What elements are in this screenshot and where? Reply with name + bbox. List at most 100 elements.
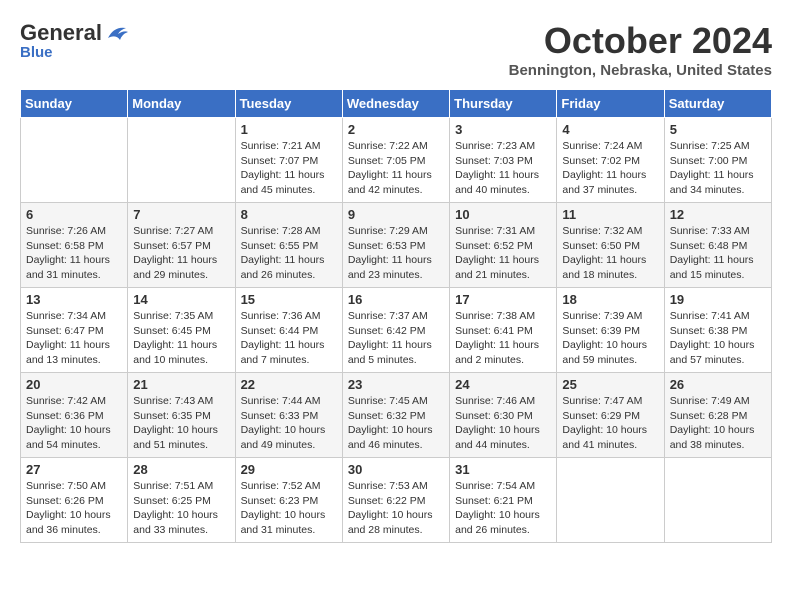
cell-info: Sunrise: 7:42 AMSunset: 6:36 PMDaylight:…	[26, 394, 122, 453]
day-number: 24	[455, 377, 551, 392]
calendar-cell: 8 Sunrise: 7:28 AMSunset: 6:55 PMDaylight…	[235, 203, 342, 288]
location: Bennington, Nebraska, United States	[509, 62, 772, 79]
cell-info: Sunrise: 7:51 AMSunset: 6:25 PMDaylight:…	[133, 479, 229, 538]
day-number: 27	[26, 462, 122, 477]
day-number: 5	[670, 122, 766, 137]
calendar-cell: 29 Sunrise: 7:52 AMSunset: 6:23 PMDayligh…	[235, 458, 342, 543]
cell-info: Sunrise: 7:46 AMSunset: 6:30 PMDaylight:…	[455, 394, 551, 453]
calendar-cell: 5 Sunrise: 7:25 AMSunset: 7:00 PMDaylight…	[664, 118, 771, 203]
calendar-cell: 17Sunrise: 7:38 AMSunset: 6:41 PMDayligh…	[450, 288, 557, 373]
day-number: 25	[562, 377, 658, 392]
day-number: 9	[348, 207, 444, 222]
calendar-cell: 3 Sunrise: 7:23 AMSunset: 7:03 PMDaylight…	[450, 118, 557, 203]
day-number: 4	[562, 122, 658, 137]
day-number: 13	[26, 292, 122, 307]
col-header-monday: Monday	[128, 90, 235, 118]
cell-info: Sunrise: 7:38 AMSunset: 6:41 PMDaylight:…	[455, 309, 551, 368]
day-number: 30	[348, 462, 444, 477]
day-number: 8	[241, 207, 337, 222]
title-block: October 2024 Bennington, Nebraska, Unite…	[509, 20, 772, 79]
cell-info: Sunrise: 7:54 AMSunset: 6:21 PMDaylight:…	[455, 479, 551, 538]
cell-info: Sunrise: 7:52 AMSunset: 6:23 PMDaylight:…	[241, 479, 337, 538]
day-number: 2	[348, 122, 444, 137]
calendar-cell	[664, 458, 771, 543]
day-number: 3	[455, 122, 551, 137]
col-header-wednesday: Wednesday	[342, 90, 449, 118]
day-number: 14	[133, 292, 229, 307]
col-header-tuesday: Tuesday	[235, 90, 342, 118]
day-number: 12	[670, 207, 766, 222]
day-number: 1	[241, 122, 337, 137]
cell-info: Sunrise: 7:28 AMSunset: 6:55 PMDaylight:…	[241, 224, 337, 283]
cell-info: Sunrise: 7:37 AMSunset: 6:42 PMDaylight:…	[348, 309, 444, 368]
cell-info: Sunrise: 7:41 AMSunset: 6:38 PMDaylight:…	[670, 309, 766, 368]
calendar-cell: 16Sunrise: 7:37 AMSunset: 6:42 PMDayligh…	[342, 288, 449, 373]
cell-info: Sunrise: 7:22 AMSunset: 7:05 PMDaylight:…	[348, 139, 444, 198]
cell-info: Sunrise: 7:33 AMSunset: 6:48 PMDaylight:…	[670, 224, 766, 283]
calendar-cell: 2 Sunrise: 7:22 AMSunset: 7:05 PMDaylight…	[342, 118, 449, 203]
calendar-cell: 1Sunrise: 7:21 AMSunset: 7:07 PMDaylight…	[235, 118, 342, 203]
calendar-cell: 21 Sunrise: 7:43 AMSunset: 6:35 PMDayligh…	[128, 373, 235, 458]
day-number: 29	[241, 462, 337, 477]
calendar-cell	[128, 118, 235, 203]
cell-info: Sunrise: 7:25 AMSunset: 7:00 PMDaylight:…	[670, 139, 766, 198]
cell-info: Sunrise: 7:43 AMSunset: 6:35 PMDaylight:…	[133, 394, 229, 453]
cell-info: Sunrise: 7:34 AMSunset: 6:47 PMDaylight:…	[26, 309, 122, 368]
calendar-week-2: 6Sunrise: 7:26 AMSunset: 6:58 PMDaylight…	[21, 203, 772, 288]
calendar-cell: 18 Sunrise: 7:39 AMSunset: 6:39 PMDayligh…	[557, 288, 664, 373]
cell-info: Sunrise: 7:29 AMSunset: 6:53 PMDaylight:…	[348, 224, 444, 283]
calendar-cell: 11Sunrise: 7:32 AMSunset: 6:50 PMDayligh…	[557, 203, 664, 288]
cell-info: Sunrise: 7:45 AMSunset: 6:32 PMDaylight:…	[348, 394, 444, 453]
calendar-cell: 13 Sunrise: 7:34 AMSunset: 6:47 PMDayligh…	[21, 288, 128, 373]
logo-bird-icon	[106, 24, 128, 42]
calendar-week-4: 20 Sunrise: 7:42 AMSunset: 6:36 PMDayligh…	[21, 373, 772, 458]
day-number: 11	[562, 207, 658, 222]
calendar-header-row: SundayMondayTuesdayWednesdayThursdayFrid…	[21, 90, 772, 118]
day-number: 18	[562, 292, 658, 307]
day-number: 31	[455, 462, 551, 477]
day-number: 23	[348, 377, 444, 392]
calendar-cell: 23 Sunrise: 7:45 AMSunset: 6:32 PMDayligh…	[342, 373, 449, 458]
calendar-week-1: 1Sunrise: 7:21 AMSunset: 7:07 PMDaylight…	[21, 118, 772, 203]
day-number: 28	[133, 462, 229, 477]
calendar-cell: 10 Sunrise: 7:31 AMSunset: 6:52 PMDayligh…	[450, 203, 557, 288]
day-number: 10	[455, 207, 551, 222]
cell-info: Sunrise: 7:50 AMSunset: 6:26 PMDaylight:…	[26, 479, 122, 538]
day-number: 6	[26, 207, 122, 222]
cell-info: Sunrise: 7:23 AMSunset: 7:03 PMDaylight:…	[455, 139, 551, 198]
cell-info: Sunrise: 7:44 AMSunset: 6:33 PMDaylight:…	[241, 394, 337, 453]
col-header-thursday: Thursday	[450, 90, 557, 118]
calendar-cell: 24 Sunrise: 7:46 AMSunset: 6:30 PMDayligh…	[450, 373, 557, 458]
calendar-cell: 12 Sunrise: 7:33 AMSunset: 6:48 PMDayligh…	[664, 203, 771, 288]
logo-blue: Blue	[20, 44, 53, 61]
logo-general: General	[20, 20, 102, 46]
calendar-cell: 19 Sunrise: 7:41 AMSunset: 6:38 PMDayligh…	[664, 288, 771, 373]
cell-info: Sunrise: 7:47 AMSunset: 6:29 PMDaylight:…	[562, 394, 658, 453]
cell-info: Sunrise: 7:39 AMSunset: 6:39 PMDaylight:…	[562, 309, 658, 368]
calendar-cell: 14 Sunrise: 7:35 AMSunset: 6:45 PMDayligh…	[128, 288, 235, 373]
day-number: 19	[670, 292, 766, 307]
cell-info: Sunrise: 7:49 AMSunset: 6:28 PMDaylight:…	[670, 394, 766, 453]
col-header-sunday: Sunday	[21, 90, 128, 118]
day-number: 22	[241, 377, 337, 392]
cell-info: Sunrise: 7:35 AMSunset: 6:45 PMDaylight:…	[133, 309, 229, 368]
calendar-cell: 15 Sunrise: 7:36 AMSunset: 6:44 PMDayligh…	[235, 288, 342, 373]
calendar-cell: 31 Sunrise: 7:54 AMSunset: 6:21 PMDayligh…	[450, 458, 557, 543]
calendar-cell: 9 Sunrise: 7:29 AMSunset: 6:53 PMDaylight…	[342, 203, 449, 288]
cell-info: Sunrise: 7:24 AMSunset: 7:02 PMDaylight:…	[562, 139, 658, 198]
calendar-table: SundayMondayTuesdayWednesdayThursdayFrid…	[20, 89, 772, 543]
cell-info: Sunrise: 7:31 AMSunset: 6:52 PMDaylight:…	[455, 224, 551, 283]
calendar-cell: 20 Sunrise: 7:42 AMSunset: 6:36 PMDayligh…	[21, 373, 128, 458]
calendar-cell: 25 Sunrise: 7:47 AMSunset: 6:29 PMDayligh…	[557, 373, 664, 458]
calendar-cell: 28 Sunrise: 7:51 AMSunset: 6:25 PMDayligh…	[128, 458, 235, 543]
day-number: 21	[133, 377, 229, 392]
cell-info: Sunrise: 7:36 AMSunset: 6:44 PMDaylight:…	[241, 309, 337, 368]
calendar-cell: 22 Sunrise: 7:44 AMSunset: 6:33 PMDayligh…	[235, 373, 342, 458]
calendar-cell: 30Sunrise: 7:53 AMSunset: 6:22 PMDayligh…	[342, 458, 449, 543]
calendar-week-5: 27 Sunrise: 7:50 AMSunset: 6:26 PMDayligh…	[21, 458, 772, 543]
day-number: 20	[26, 377, 122, 392]
calendar-cell	[557, 458, 664, 543]
month-title: October 2024	[509, 20, 772, 62]
day-number: 15	[241, 292, 337, 307]
col-header-saturday: Saturday	[664, 90, 771, 118]
